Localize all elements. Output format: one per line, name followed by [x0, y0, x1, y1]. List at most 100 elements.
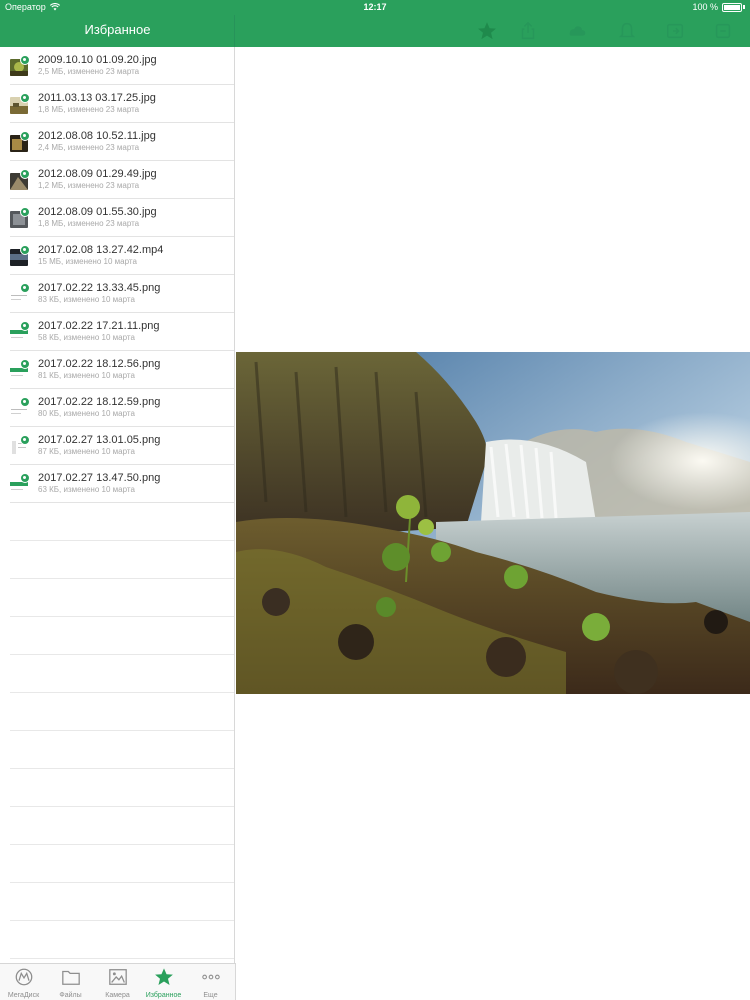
file-list-item[interactable]: 2017.02.27 13.01.05.png 87 КБ, изменено 1… [0, 427, 234, 465]
file-name: 2009.10.10 01.09.20.jpg [38, 54, 157, 66]
file-name: 2017.02.27 13.47.50.png [38, 472, 161, 484]
file-list-item[interactable]: 2017.02.22 18.12.56.png 81 КБ, изменено 1… [0, 351, 234, 389]
tab-image[interactable]: Камера [94, 964, 141, 1000]
empty-row-separator [10, 958, 234, 959]
file-name: 2017.02.22 18.12.59.png [38, 396, 161, 408]
file-name: 2017.02.22 18.12.56.png [38, 358, 161, 370]
status-time: 12:17 [363, 2, 387, 12]
empty-row-separator [10, 692, 234, 693]
file-list-item[interactable]: 2017.02.22 13.33.45.png 83 КБ, изменено 1… [0, 275, 234, 313]
file-list-item[interactable]: 2012.08.09 01.29.49.jpg 1,2 МБ, изменено … [0, 161, 234, 199]
file-meta: 15 МБ, изменено 10 марта [38, 257, 137, 266]
more-icon [715, 23, 731, 39]
favorite-button[interactable] [476, 20, 498, 42]
empty-row-separator [10, 768, 234, 769]
file-meta: 81 КБ, изменено 10 марта [38, 371, 135, 380]
tab-more-dots[interactable]: Еще [187, 964, 234, 1000]
more-button[interactable] [712, 20, 734, 42]
preview-image[interactable] [236, 352, 750, 694]
offline-badge-icon [20, 321, 30, 331]
file-name: 2012.08.09 01.55.30.jpg [38, 206, 157, 218]
app-window: Оператор 12:17 100 % Избранное 2009.10.1… [0, 0, 750, 1000]
file-meta: 1,8 МБ, изменено 23 марта [38, 219, 140, 228]
file-name: 2012.08.09 01.29.49.jpg [38, 168, 157, 180]
delete-icon [618, 22, 636, 38]
folder-move-icon [666, 23, 684, 39]
offline-badge-icon [20, 397, 30, 407]
top-bar: Оператор 12:17 100 % Избранное [0, 0, 750, 47]
empty-row-separator [10, 806, 234, 807]
tab-star[interactable]: Избранное [140, 964, 187, 1000]
offline-badge-icon [20, 169, 30, 179]
file-name: 2011.03.13 03.17.25.jpg [38, 92, 156, 104]
file-list-item[interactable]: 2011.03.13 03.17.25.jpg 1,8 МБ, изменено … [0, 85, 234, 123]
empty-row-separator [10, 616, 234, 617]
empty-row-separator [10, 882, 234, 883]
tab-bar: МегаДиск Файлы Камера Избранное Еще [0, 963, 236, 1000]
page-title: Избранное [84, 22, 151, 37]
status-bar: Оператор 12:17 100 % [0, 0, 750, 15]
file-meta: 63 КБ, изменено 10 марта [38, 485, 135, 494]
file-meta: 1,2 МБ, изменено 23 марта [38, 181, 140, 190]
file-meta: 87 КБ, изменено 10 марта [38, 447, 135, 456]
megadisk-icon [13, 968, 35, 991]
file-list-item[interactable]: 2017.02.22 17.21.11.png 58 КБ, изменено 1… [0, 313, 234, 351]
file-name: 2017.02.22 17.21.11.png [38, 320, 160, 332]
star-icon [478, 22, 496, 40]
file-list-item[interactable]: 2017.02.08 13.27.42.mp4 15 МБ, изменено 1… [0, 237, 234, 275]
battery-icon [722, 2, 742, 12]
share-icon [521, 21, 535, 40]
file-list: 2009.10.10 01.09.20.jpg 2,5 МБ, изменено … [0, 47, 235, 963]
file-name: 2012.08.08 10.52.11.jpg [38, 130, 156, 142]
tab-label: Файлы [59, 992, 82, 999]
file-meta: 80 КБ, изменено 10 марта [38, 409, 135, 418]
move-button[interactable] [664, 20, 686, 42]
file-meta: 2,5 МБ, изменено 23 марта [38, 67, 140, 76]
offline-badge-icon [20, 131, 30, 141]
tab-label: Избранное [145, 992, 182, 999]
file-name: 2017.02.22 13.33.45.png [38, 282, 161, 294]
offline-badge-icon [20, 93, 30, 103]
file-meta: 2,4 МБ, изменено 23 марта [38, 143, 140, 152]
empty-row-separator [10, 654, 234, 655]
waterfall-photo [236, 352, 750, 694]
link-icon [569, 26, 586, 36]
offline-badge-icon [20, 55, 30, 65]
offline-badge-icon [20, 473, 30, 483]
delete-button[interactable] [616, 20, 638, 42]
offline-badge-icon [20, 283, 30, 293]
star-icon [153, 968, 175, 991]
sidebar-nav-bar: Избранное [0, 15, 235, 47]
battery-tip [743, 5, 745, 9]
tab-label: МегаДиск [7, 992, 40, 999]
status-right: 100 % [692, 2, 745, 12]
folder-icon [60, 970, 82, 991]
file-list-item[interactable]: 2017.02.27 13.47.50.png 63 КБ, изменено 1… [0, 465, 234, 503]
tab-label: Камера [105, 992, 130, 999]
file-name: 2017.02.27 13.01.05.png [38, 434, 161, 446]
empty-row-separator [10, 920, 234, 921]
file-list-item[interactable]: 2017.02.22 18.12.59.png 80 КБ, изменено 1… [0, 389, 234, 427]
empty-row-separator [10, 578, 234, 579]
file-name: 2017.02.08 13.27.42.mp4 [38, 244, 164, 256]
empty-row-separator [10, 844, 234, 845]
offline-badge-icon [20, 245, 30, 255]
offline-badge-icon [20, 207, 30, 217]
empty-row-separator [10, 540, 234, 541]
share-button[interactable] [517, 20, 539, 42]
row-separator [10, 502, 234, 503]
battery-label: 100 % [692, 2, 718, 12]
offline-badge-icon [20, 359, 30, 369]
more-dots-icon [200, 974, 222, 991]
file-list-item[interactable]: 2012.08.08 10.52.11.jpg 2,4 МБ, изменено … [0, 123, 234, 161]
tab-label: Еще [203, 992, 218, 999]
preview-pane [236, 47, 750, 1000]
tab-megadisk[interactable]: МегаДиск [0, 964, 47, 1000]
offline-badge-icon [20, 435, 30, 445]
image-icon [107, 969, 129, 991]
file-list-item[interactable]: 2012.08.09 01.55.30.jpg 1,8 МБ, изменено … [0, 199, 234, 237]
tab-folder[interactable]: Файлы [47, 964, 94, 1000]
preview-toolbar [236, 15, 750, 47]
link-button[interactable] [566, 20, 588, 42]
file-list-item[interactable]: 2009.10.10 01.09.20.jpg 2,5 МБ, изменено … [0, 47, 234, 85]
